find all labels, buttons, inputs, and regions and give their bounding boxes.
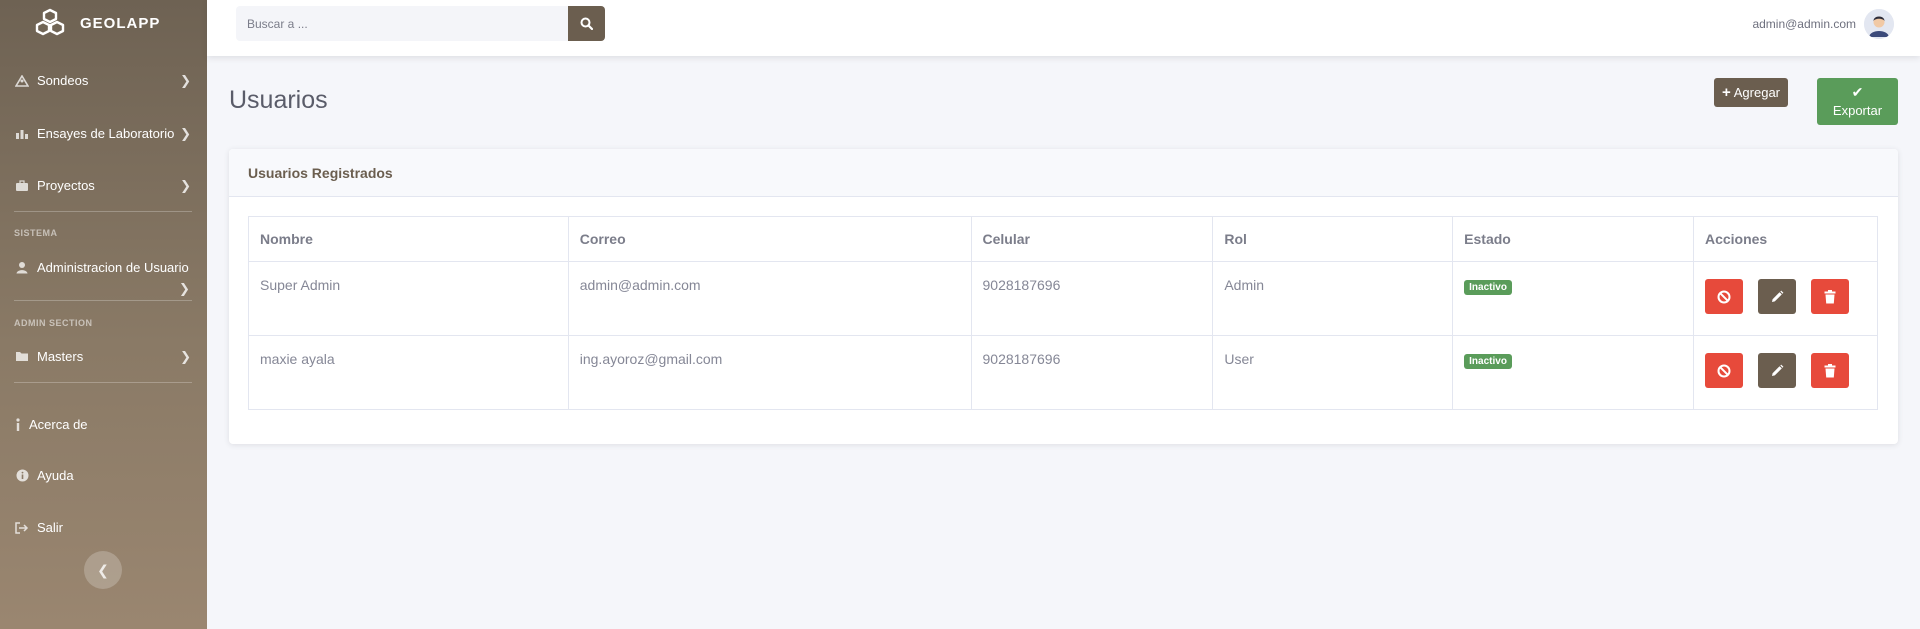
export-button-label: Exportar: [1832, 103, 1883, 118]
trash-icon: [1824, 363, 1836, 377]
delete-button[interactable]: [1810, 279, 1849, 314]
topbar: admin@admin.com: [207, 0, 1920, 56]
sidebar-divider: [14, 300, 192, 301]
cell-celular: 9028187696: [970, 335, 1214, 410]
column-header-correo[interactable]: Correo: [567, 216, 972, 262]
sidebar-item-ensayes[interactable]: Ensayes de Laboratorio ❯: [0, 126, 207, 141]
sidebar: GEOLAPP Sondeos ❯ Ensayes de Laboratorio…: [0, 0, 207, 629]
sidebar-toggle-button[interactable]: ❮: [84, 551, 122, 589]
search-icon: [580, 17, 593, 30]
user-menu[interactable]: admin@admin.com: [1752, 9, 1894, 39]
section-heading-admin: ADMIN SECTION: [14, 318, 93, 328]
column-header-rol[interactable]: Rol: [1212, 216, 1454, 262]
sidebar-divider: [14, 382, 192, 383]
deactivate-button[interactable]: [1704, 353, 1743, 388]
briefcase-icon: [14, 179, 30, 193]
cell-correo: admin@admin.com: [567, 261, 972, 336]
sidebar-item-admin-usuario[interactable]: Administracion de Usuario: [0, 260, 207, 275]
table-header-row: Nombre Correo Celular Rol Estado Accione…: [248, 216, 1879, 262]
pencil-icon: [1771, 364, 1784, 376]
brand-name: GEOLAPP: [80, 14, 161, 32]
sidebar-item-acerca[interactable]: Acerca de: [0, 417, 207, 432]
column-header-estado[interactable]: Estado: [1452, 216, 1694, 262]
sidebar-item-label: Ensayes de Laboratorio: [37, 126, 175, 141]
chevron-right-icon: ❯: [179, 281, 190, 296]
chevron-right-icon: ❯: [180, 72, 191, 88]
chevron-left-icon: ❮: [97, 561, 109, 578]
column-header-nombre[interactable]: Nombre: [248, 216, 569, 262]
cell-rol: User: [1212, 335, 1454, 410]
users-table: Nombre Correo Celular Rol Estado Accione…: [248, 216, 1879, 410]
cell-rol: Admin: [1212, 261, 1454, 336]
chevron-right-icon: ❯: [180, 177, 191, 193]
cell-celular: 9028187696: [970, 261, 1214, 336]
search-button[interactable]: [568, 6, 605, 41]
brand[interactable]: GEOLAPP: [0, 0, 207, 46]
sidebar-item-label: Proyectos: [37, 178, 95, 193]
cell-estado: Inactivo: [1452, 335, 1694, 410]
section-heading-sistema: SISTEMA: [14, 228, 58, 238]
avatar[interactable]: [1864, 9, 1894, 39]
cell-nombre: maxie ayala: [248, 335, 569, 410]
cell-estado: Inactivo: [1452, 261, 1694, 336]
cubes-logo-icon: [35, 8, 65, 36]
search-bar: [236, 6, 605, 41]
export-button[interactable]: ✔ Exportar: [1817, 78, 1898, 125]
add-button[interactable]: + Agregar: [1714, 78, 1789, 107]
delete-button[interactable]: [1810, 353, 1849, 388]
user-icon: [14, 260, 30, 274]
edit-button[interactable]: [1757, 279, 1796, 314]
sondeo-icon: [14, 74, 30, 88]
ban-icon: [1717, 364, 1731, 377]
info-circle-icon: [14, 469, 30, 483]
deactivate-button[interactable]: [1704, 279, 1743, 314]
sign-out-icon: [14, 521, 30, 535]
ban-icon: [1717, 290, 1731, 303]
cell-acciones: [1692, 335, 1879, 410]
sidebar-item-label: Acerca de: [29, 417, 88, 432]
sidebar-item-proyectos[interactable]: Proyectos ❯: [0, 178, 207, 193]
folder-icon: [14, 350, 30, 364]
add-button-label: Agregar: [1733, 85, 1781, 100]
sidebar-item-masters[interactable]: Masters ❯: [0, 349, 207, 364]
column-header-celular[interactable]: Celular: [970, 216, 1214, 262]
pencil-icon: [1771, 290, 1784, 302]
cell-correo: ing.ayoroz@gmail.com: [567, 335, 972, 410]
table-row: maxie ayala ing.ayoroz@gmail.com 9028187…: [248, 335, 1879, 410]
chevron-right-icon: ❯: [180, 125, 191, 141]
card-title: Usuarios Registrados: [229, 149, 1898, 197]
sidebar-item-label: Salir: [37, 520, 64, 535]
sidebar-divider: [14, 211, 192, 212]
info-icon: [14, 418, 22, 432]
plus-icon: +: [1722, 84, 1731, 101]
cell-nombre: Super Admin: [248, 261, 569, 336]
sidebar-item-salir[interactable]: Salir: [0, 520, 207, 535]
cell-acciones: [1692, 261, 1879, 336]
sidebar-item-label: Sondeos: [37, 73, 89, 88]
chart-icon: [14, 127, 30, 141]
status-badge: Inactivo: [1464, 280, 1512, 295]
chevron-right-icon: ❯: [180, 348, 191, 364]
trash-icon: [1824, 289, 1836, 303]
table-row: Super Admin admin@admin.com 9028187696 A…: [248, 261, 1879, 336]
page-title: Usuarios: [229, 86, 328, 114]
column-header-acciones: Acciones: [1692, 216, 1879, 262]
status-badge: Inactivo: [1464, 354, 1512, 369]
users-card: Usuarios Registrados Nombre Correo Celul…: [229, 149, 1898, 444]
edit-button[interactable]: [1757, 353, 1796, 388]
sidebar-item-sondeos[interactable]: Sondeos ❯: [0, 73, 207, 88]
search-input[interactable]: [236, 6, 568, 41]
sidebar-item-label: Administracion de Usuario: [37, 260, 189, 275]
sidebar-item-label: Masters: [37, 349, 84, 364]
sidebar-item-ayuda[interactable]: Ayuda: [0, 468, 207, 483]
check-icon: ✔: [1851, 84, 1864, 100]
sidebar-item-label: Ayuda: [37, 468, 74, 483]
user-email: admin@admin.com: [1752, 17, 1856, 31]
